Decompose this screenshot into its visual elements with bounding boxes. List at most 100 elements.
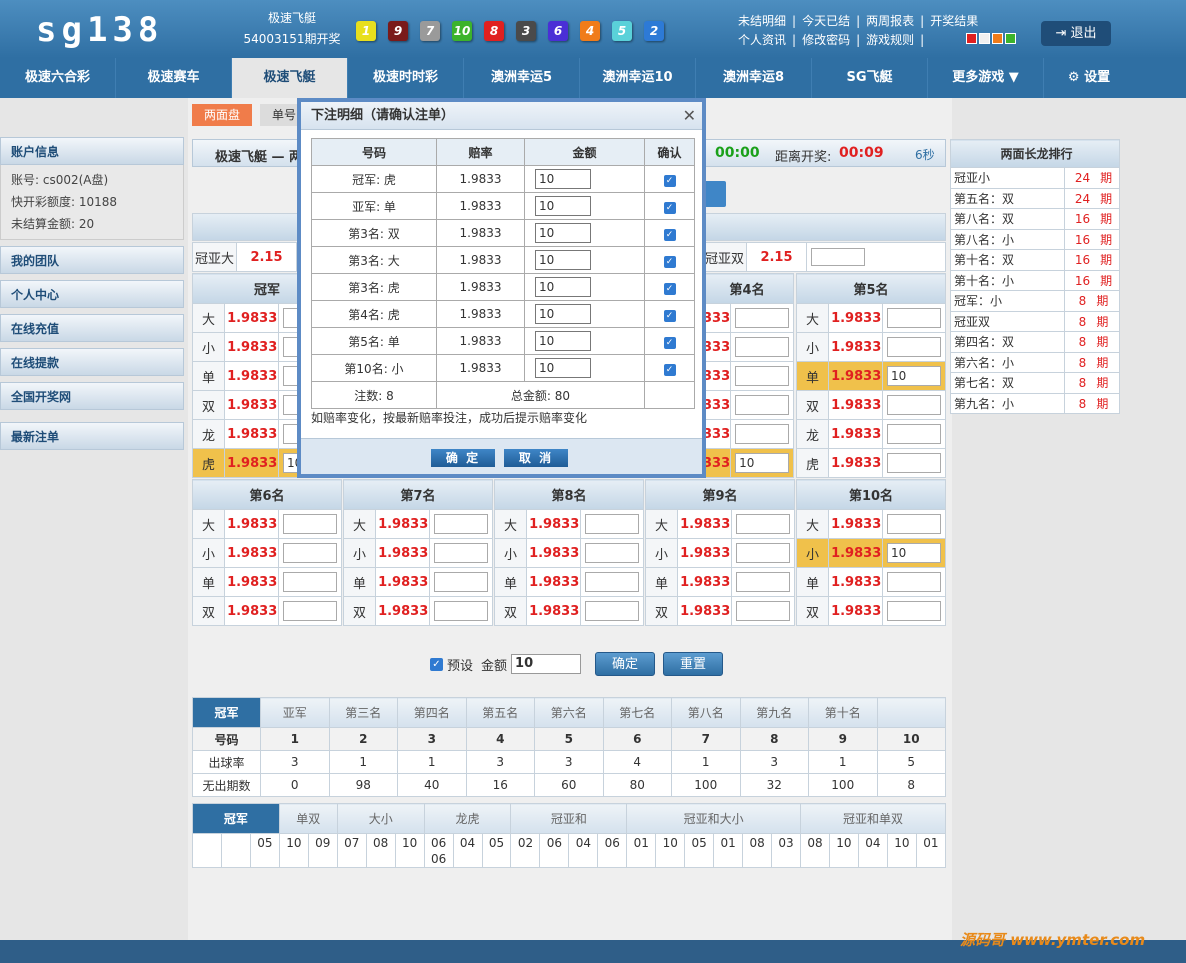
- preset-amount-input[interactable]: 10: [511, 654, 582, 674]
- bet-amount-input[interactable]: [584, 601, 639, 621]
- bet-amount-input[interactable]: [735, 601, 790, 621]
- bet-amount-input[interactable]: 10: [886, 366, 941, 386]
- stats-tab[interactable]: 第十名: [808, 697, 878, 728]
- stats-tab[interactable]: 第八名: [671, 697, 741, 728]
- link-today-settled[interactable]: 今天已结: [802, 12, 850, 31]
- bet-amount-input[interactable]: [886, 424, 941, 444]
- dialog-amount-input[interactable]: 10: [535, 169, 591, 189]
- site-logo[interactable]: sg138: [36, 10, 163, 50]
- bet-row[interactable]: 333: [699, 303, 795, 333]
- bet-row[interactable]: 虎 1.9833: [795, 448, 947, 478]
- bet-amount-input[interactable]: [886, 395, 941, 415]
- dialog-confirm-checkbox[interactable]: ✓: [663, 228, 676, 241]
- bet-amount-input[interactable]: [735, 572, 790, 592]
- trend-tab[interactable]: 冠亚和大小: [626, 803, 802, 834]
- bet-row[interactable]: 333: [699, 419, 795, 449]
- trend-tab[interactable]: 冠亚和单双: [800, 803, 946, 834]
- stats-tab[interactable]: 亚军: [260, 697, 330, 728]
- bet-row[interactable]: 双 1.9833: [644, 596, 796, 626]
- sidebar-item-national-draw[interactable]: 全国开奖网: [0, 382, 184, 410]
- combo-input-even[interactable]: [806, 242, 946, 272]
- dialog-amount-input[interactable]: 10: [535, 358, 591, 378]
- bet-row[interactable]: 单 1.9833: [342, 567, 494, 597]
- dialog-confirm-checkbox[interactable]: ✓: [663, 174, 676, 187]
- theme-swatch[interactable]: [992, 33, 1003, 44]
- bet-row[interactable]: 大 1.9833: [342, 509, 494, 539]
- bet-amount-input[interactable]: [886, 453, 941, 473]
- bet-amount-input[interactable]: [282, 543, 337, 563]
- stats-tab[interactable]: 第四名: [397, 697, 467, 728]
- bet-amount-input[interactable]: [584, 514, 639, 534]
- bet-amount-input[interactable]: [584, 572, 639, 592]
- bet-amount-input[interactable]: [886, 308, 941, 328]
- dialog-amount-input[interactable]: 10: [535, 250, 591, 270]
- dialog-amount-input[interactable]: 10: [535, 277, 591, 297]
- stats-tab[interactable]: 第六名: [534, 697, 604, 728]
- theme-swatch[interactable]: [1005, 33, 1016, 44]
- link-draw-results[interactable]: 开奖结果: [930, 12, 978, 31]
- tab-two-sided[interactable]: 两面盘: [192, 104, 253, 126]
- nav-item[interactable]: 澳洲幸运5: [464, 58, 580, 98]
- stats-tab[interactable]: 第七名: [602, 697, 672, 728]
- bet-row[interactable]: 333: [699, 390, 795, 420]
- bet-amount-input[interactable]: 10: [886, 543, 941, 563]
- nav-item[interactable]: 更多游戏 ▼: [928, 58, 1044, 98]
- bet-row[interactable]: 单 1.9833: [795, 567, 947, 597]
- bet-row[interactable]: 小 1.9833 10: [795, 538, 947, 568]
- dialog-confirm-checkbox[interactable]: ✓: [663, 336, 676, 349]
- link-two-week-report[interactable]: 两周报表: [866, 12, 914, 31]
- nav-item[interactable]: 极速飞艇: [232, 58, 348, 98]
- bet-row[interactable]: 大 1.9833: [795, 303, 947, 333]
- dialog-confirm-checkbox[interactable]: ✓: [663, 282, 676, 295]
- nav-item[interactable]: 极速六合彩: [0, 58, 116, 98]
- bet-amount-input[interactable]: [735, 337, 790, 357]
- close-icon[interactable]: ✕: [683, 106, 696, 125]
- link-game-rules[interactable]: 游戏规则: [866, 31, 914, 50]
- stats-tab[interactable]: 第五名: [465, 697, 535, 728]
- dialog-amount-input[interactable]: 10: [535, 304, 591, 324]
- bet-amount-input[interactable]: [735, 308, 790, 328]
- bet-row[interactable]: 大 1.9833: [644, 509, 796, 539]
- sidebar-item-personal-center[interactable]: 个人中心: [0, 280, 184, 308]
- bet-amount-input[interactable]: 10: [735, 453, 790, 473]
- bet-amount-input[interactable]: [735, 543, 790, 563]
- bet-row[interactable]: 333 10: [699, 448, 795, 478]
- bet-row[interactable]: 单 1.9833: [191, 567, 343, 597]
- dialog-cancel-button[interactable]: 取 消: [504, 449, 568, 467]
- link-personal-info[interactable]: 个人资讯: [738, 31, 786, 50]
- nav-item[interactable]: SG飞艇: [812, 58, 928, 98]
- bet-row[interactable]: 小 1.9833: [795, 332, 947, 362]
- bet-row[interactable]: 大 1.9833: [493, 509, 645, 539]
- bet-amount-input[interactable]: [282, 572, 337, 592]
- link-change-password[interactable]: 修改密码: [802, 31, 850, 50]
- dialog-amount-input[interactable]: 10: [535, 331, 591, 351]
- dialog-confirm-checkbox[interactable]: ✓: [663, 201, 676, 214]
- stats-tab[interactable]: 第三名: [328, 697, 398, 728]
- logout-button[interactable]: ⇥ 退出: [1041, 21, 1111, 46]
- nav-item[interactable]: 极速赛车: [116, 58, 232, 98]
- bet-amount-input[interactable]: [886, 514, 941, 534]
- bet-row[interactable]: 龙 1.9833: [795, 419, 947, 449]
- nav-item[interactable]: 极速时时彩: [348, 58, 464, 98]
- bet-amount-input[interactable]: [886, 572, 941, 592]
- bet-row[interactable]: 双 1.9833: [493, 596, 645, 626]
- preset-confirm-button[interactable]: 确定: [595, 652, 656, 676]
- theme-swatch[interactable]: [966, 33, 977, 44]
- bet-row[interactable]: 双 1.9833: [795, 390, 947, 420]
- bet-amount-input[interactable]: [433, 572, 488, 592]
- trend-tab[interactable]: 单双: [278, 803, 338, 834]
- bet-row[interactable]: 单 1.9833: [493, 567, 645, 597]
- dialog-amount-input[interactable]: 10: [535, 223, 591, 243]
- sidebar-item-my-team[interactable]: 我的团队: [0, 246, 184, 274]
- stats-tab[interactable]: 冠军: [192, 697, 261, 728]
- bet-row[interactable]: 单 1.9833: [644, 567, 796, 597]
- trend-tab[interactable]: 大小: [336, 803, 425, 834]
- bet-amount-input[interactable]: [735, 514, 790, 534]
- bet-row[interactable]: 双 1.9833: [342, 596, 494, 626]
- bet-amount-input[interactable]: [433, 543, 488, 563]
- sidebar-item-recharge[interactable]: 在线充值: [0, 314, 184, 342]
- bet-amount-input[interactable]: [282, 601, 337, 621]
- bet-row[interactable]: 双 1.9833: [795, 596, 947, 626]
- bet-row[interactable]: 小 1.9833: [191, 538, 343, 568]
- nav-item[interactable]: 澳洲幸运10: [580, 58, 696, 98]
